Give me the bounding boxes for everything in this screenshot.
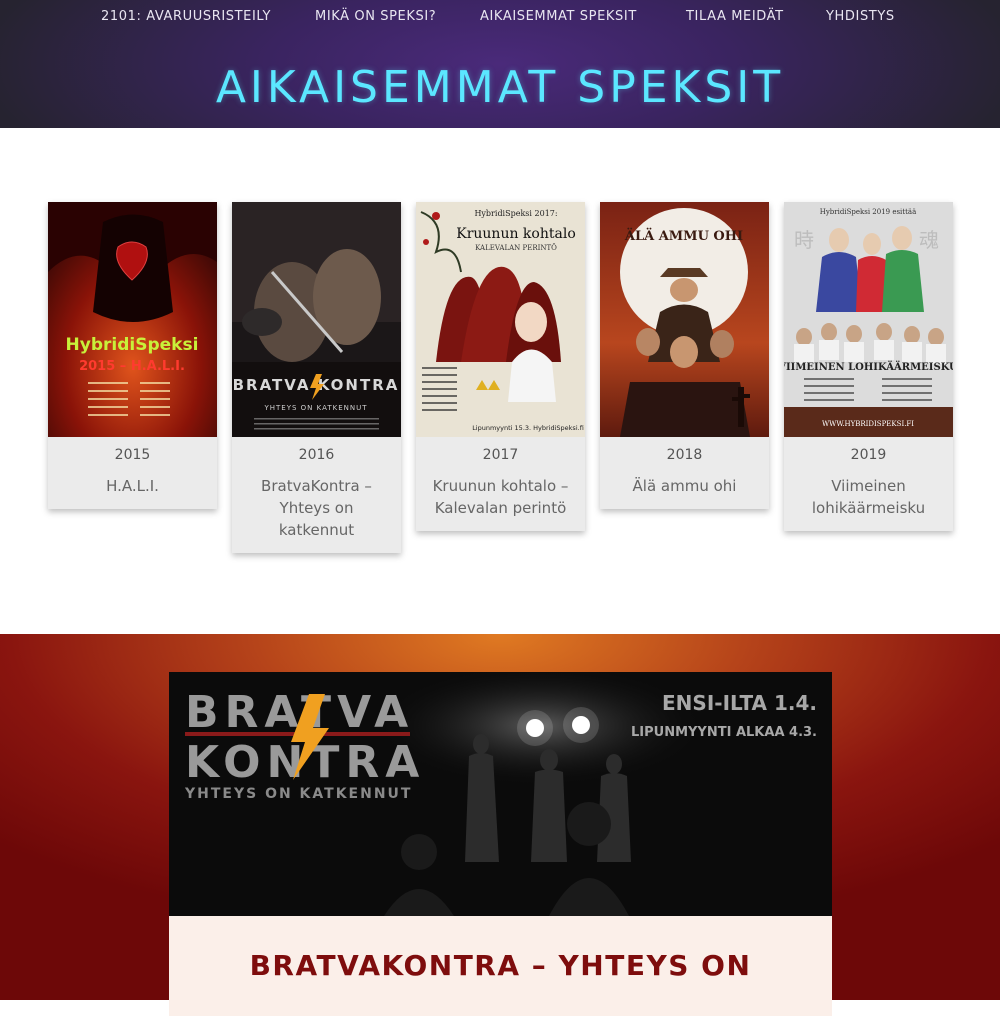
featured-banner[interactable]: BRATVA KONTRA YHTEYS ON KATKENNUT ENSI-I… [169,672,832,916]
show-name: Viimeinen lohikäärmeisku [811,477,926,517]
show-year: 2017 [482,447,519,463]
show-card-2017[interactable]: HybridiSpeksi 2017: Kruunun kohtalo KALE… [416,202,585,531]
banner-tickets: LIPUNMYYNTI ALKAA 4.3. [631,725,817,740]
poster-kruunun-kohtalo: HybridiSpeksi 2017: Kruunun kohtalo KALE… [416,202,585,437]
show-year: 2019 [850,447,887,463]
svg-text:魂: 魂 [919,228,939,252]
show-year: 2015 [114,447,151,463]
nav-item-aikaisemmat-speksit[interactable]: AIKAISEMMAT SPEKSIT [480,9,637,24]
show-card-2019[interactable]: HybridiSpeksi 2019 esittää 時 魂 VIIMEINEN… [784,202,953,531]
site-header: 2101: AVARUUSRISTEILY MIKÄ ON SPEKSI? AI… [0,0,1000,128]
nav-item-avaruusristeily[interactable]: 2101: AVARUUSRISTEILY [101,9,271,24]
show-card-2018[interactable]: ÄLÄ AMMU OHI 2018 Älä ammu ohi [600,202,769,509]
featured-banner-image: BRATVA KONTRA YHTEYS ON KATKENNUT ENSI-I… [169,672,832,916]
poster-hali-title: HybridiSpeksi [66,335,199,355]
featured-title: BRATVAKONTRA – YHTEYS ON [249,949,752,982]
poster-ala-ammu-ohi: ÄLÄ AMMU OHI [600,202,769,437]
nav-item-mika-on-speksi[interactable]: MIKÄ ON SPEKSI? [315,9,436,24]
shows-gallery: HybridiSpeksi 2015 – H.A.L.I. 2015 H.A.L… [0,202,1000,602]
poster-kruunun-title: Kruunun kohtalo [456,226,576,242]
show-name: Älä ammu ohi [632,477,737,495]
show-name: H.A.L.I. [106,477,159,495]
main-nav: 2101: AVARUUSRISTEILY MIKÄ ON SPEKSI? AI… [0,0,1000,36]
show-card-2015[interactable]: HybridiSpeksi 2015 – H.A.L.I. 2015 H.A.L… [48,202,217,509]
svg-text:時: 時 [794,228,814,252]
nav-item-tilaa-meidat[interactable]: TILAA MEIDÄT [686,9,784,24]
poster-hali: HybridiSpeksi 2015 – H.A.L.I. [48,202,217,437]
nav-item-yhdistys[interactable]: YHDISTYS [826,9,895,24]
show-card-2016[interactable]: BRATVA KONTRA YHTEYS ON KATKENNUT 2016 B… [232,202,401,553]
poster-kruunun-subtitle: KALEVALAN PERINTÖ [475,243,557,252]
poster-viimeinen-title: VIIMEINEN LOHIKÄÄRMEISKU [784,360,953,373]
show-name: Kruunun kohtalo – Kalevalan perintö [432,477,569,517]
banner-logo-tagline: YHTEYS ON KATKENNUT [184,786,412,802]
poster-bratvakontra-subtitle: YHTEYS ON KATKENNUT [263,404,367,412]
poster-kruunun-footer: Lipunmyynti 15.3. HybridiSpeksi.fi [472,424,584,432]
poster-viimeinen-footer: WWW.HYBRIDISPEKSI.FI [822,420,914,428]
page-title: AIKAISEMMAT SPEKSIT [215,62,785,113]
poster-bratvakontra: BRATVA KONTRA YHTEYS ON KATKENNUT [232,202,401,437]
poster-viimeinen-top: HybridiSpeksi 2019 esittää [820,208,917,216]
show-year: 2018 [666,447,703,463]
poster-viimeinen-lohikaarmeisku: HybridiSpeksi 2019 esittää 時 魂 VIIMEINEN… [784,202,953,437]
poster-hali-subtitle: 2015 – H.A.L.I. [79,359,185,374]
poster-kruunun-top: HybridiSpeksi 2017: [474,209,557,218]
poster-ala-ammu-ohi-title: ÄLÄ AMMU OHI [624,228,743,244]
banner-premiere: ENSI-ILTA 1.4. [662,691,817,715]
show-name: BratvaKontra – Yhteys on katkennut [261,477,372,539]
featured-show-section: BRATVA KONTRA YHTEYS ON KATKENNUT ENSI-I… [0,634,1000,1016]
show-year: 2016 [298,447,335,463]
